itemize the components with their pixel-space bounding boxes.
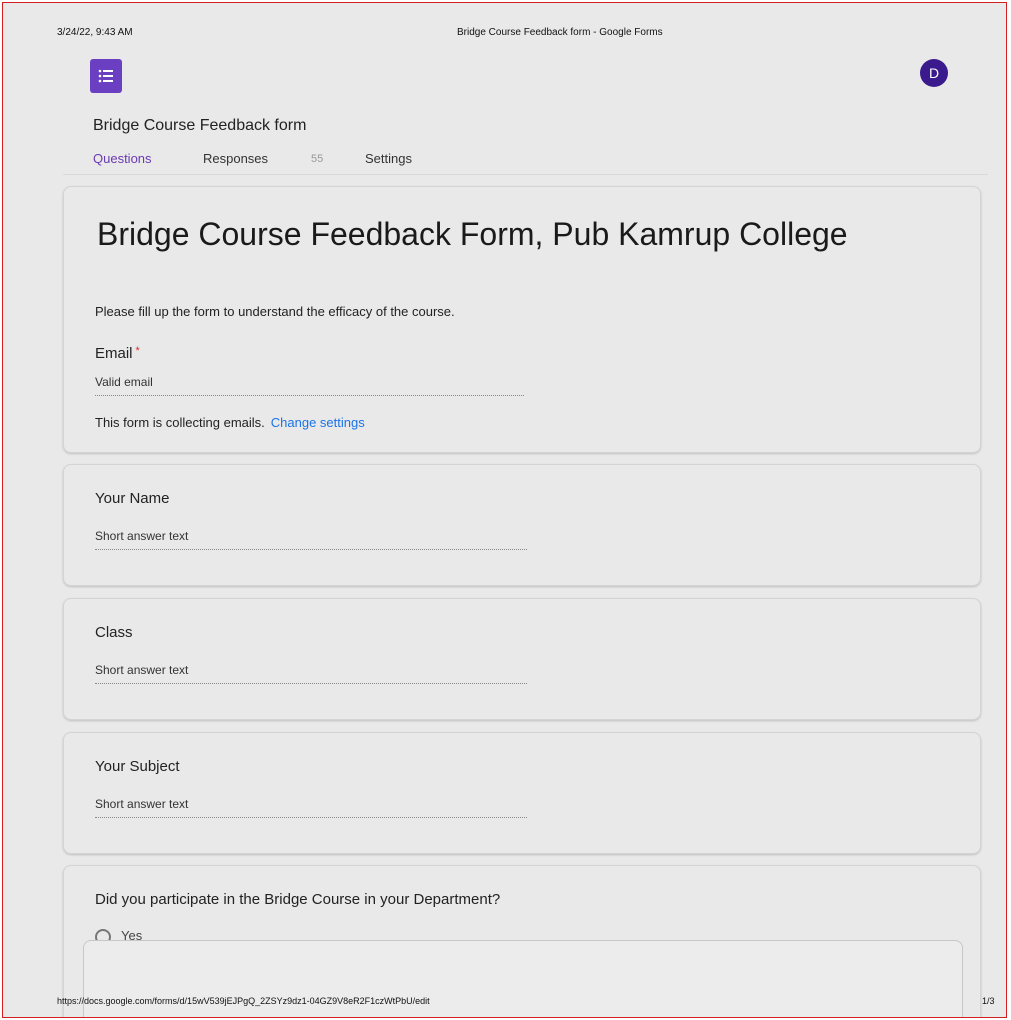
- print-page-number: 1/3: [982, 996, 995, 1006]
- collecting-emails-note: This form is collecting emails. Change se…: [95, 415, 365, 430]
- form-title[interactable]: Bridge Course Feedback Form, Pub Kamrup …: [97, 213, 937, 255]
- short-answer-field[interactable]: Short answer text: [95, 663, 527, 684]
- google-forms-icon[interactable]: [90, 59, 122, 93]
- email-label-text: Email: [95, 345, 133, 362]
- account-avatar[interactable]: D: [920, 59, 948, 87]
- question-label: Your Subject: [95, 758, 180, 775]
- overlay-panel: [83, 940, 963, 1017]
- short-answer-field[interactable]: Short answer text: [95, 529, 527, 550]
- collecting-emails-text: This form is collecting emails.: [95, 415, 265, 430]
- email-question-label: Email *: [95, 345, 140, 362]
- question-label: Did you participate in the Bridge Course…: [95, 891, 501, 908]
- form-name: Bridge Course Feedback form: [93, 117, 307, 134]
- question-card-class[interactable]: Class Short answer text: [63, 598, 981, 720]
- print-page-title: Bridge Course Feedback form - Google For…: [457, 27, 663, 38]
- tabs-divider: [63, 174, 988, 175]
- question-label: Class: [95, 624, 133, 641]
- responses-count-badge: 55: [311, 153, 324, 165]
- question-card-name[interactable]: Your Name Short answer text: [63, 464, 981, 586]
- required-asterisk: *: [135, 345, 140, 357]
- email-field[interactable]: Valid email: [95, 375, 524, 396]
- print-datetime: 3/24/22, 9:43 AM: [57, 27, 133, 38]
- tab-questions[interactable]: Questions: [93, 151, 152, 166]
- tab-responses[interactable]: Responses: [203, 151, 268, 166]
- change-settings-link[interactable]: Change settings: [271, 415, 365, 430]
- question-card-subject[interactable]: Your Subject Short answer text: [63, 732, 981, 854]
- print-url: https://docs.google.com/forms/d/15wV539j…: [57, 996, 430, 1006]
- form-description[interactable]: Please fill up the form to understand th…: [95, 304, 455, 319]
- print-page: 3/24/22, 9:43 AM Bridge Course Feedback …: [2, 2, 1007, 1018]
- form-header-card[interactable]: Bridge Course Feedback Form, Pub Kamrup …: [63, 186, 981, 453]
- short-answer-field[interactable]: Short answer text: [95, 797, 527, 818]
- question-label: Your Name: [95, 490, 170, 507]
- tab-settings[interactable]: Settings: [365, 151, 412, 166]
